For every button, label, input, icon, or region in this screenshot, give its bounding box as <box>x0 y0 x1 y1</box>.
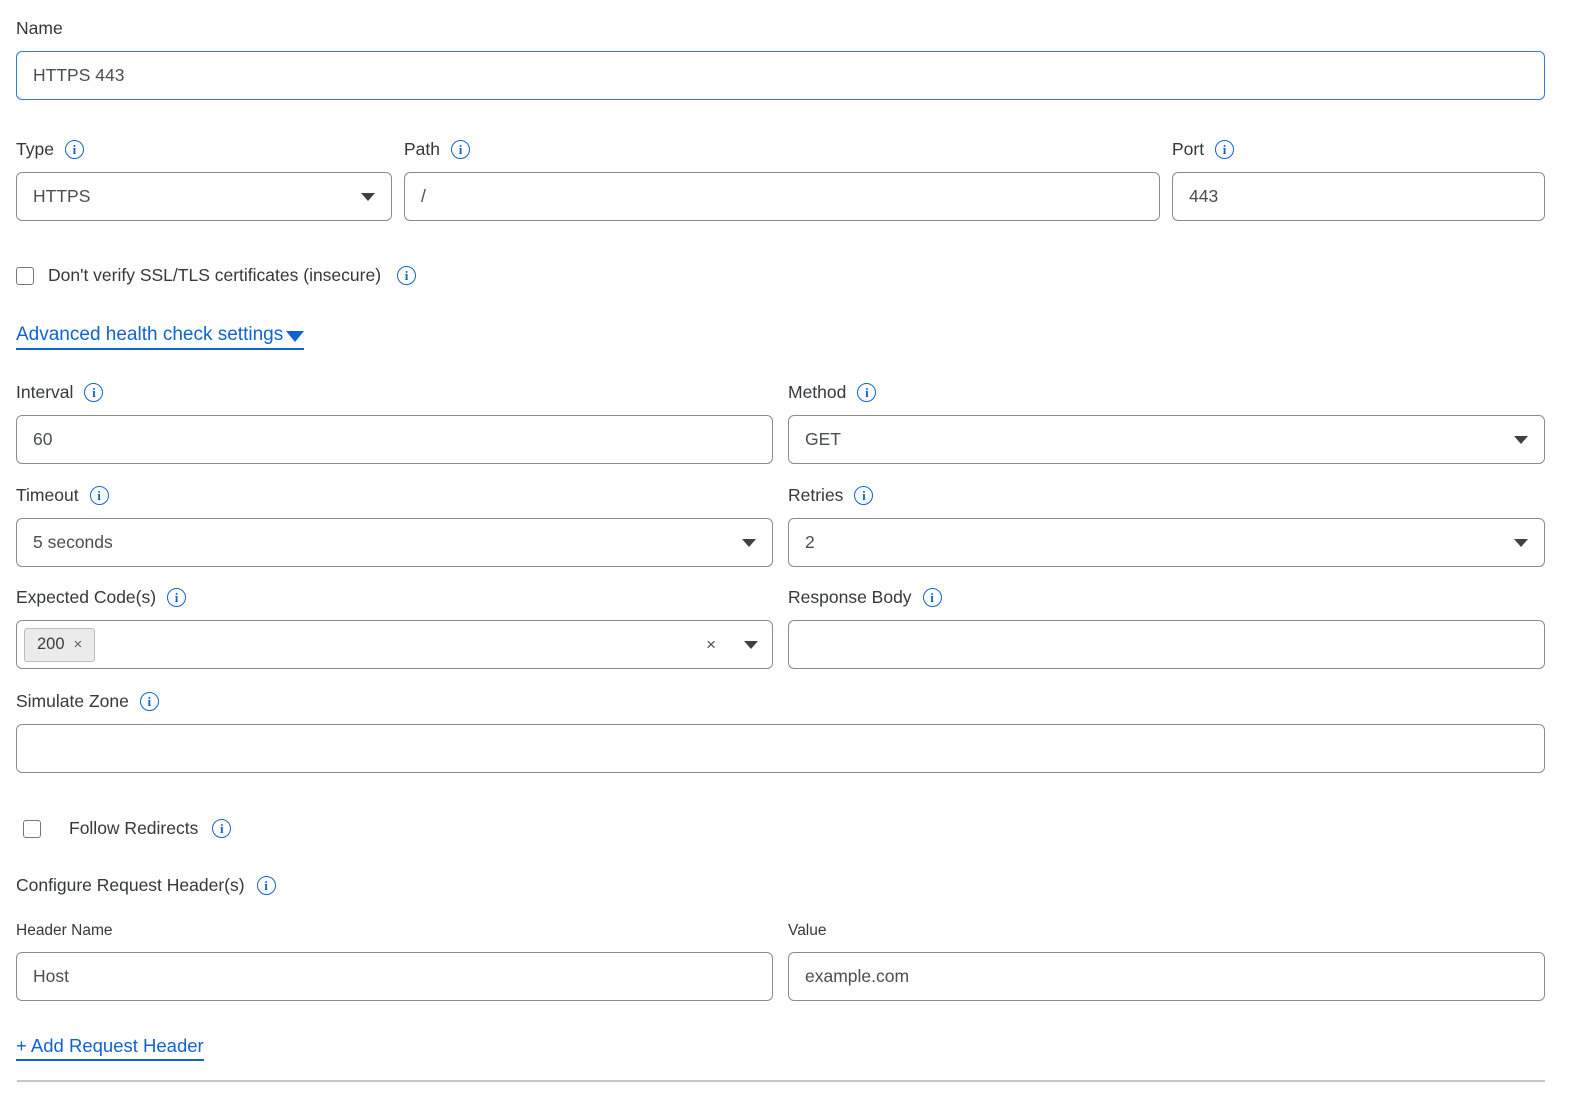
header-name-label: Header Name <box>16 922 113 940</box>
follow-redirects-info-icon[interactable]: i <box>212 819 231 838</box>
chevron-down-icon <box>361 193 375 201</box>
expected-codes-column: Expected Code(s) i 200 × × <box>16 587 773 669</box>
method-select[interactable]: GET <box>788 415 1545 464</box>
retries-column: Retries i 2 <box>788 485 1545 567</box>
simulate-zone-input[interactable] <box>16 724 1545 773</box>
advanced-settings-link[interactable]: Advanced health check settings <box>16 324 304 350</box>
response-body-input[interactable] <box>788 620 1545 669</box>
response-body-label: Response Body <box>788 587 912 608</box>
header-name-column: Header Name <box>16 922 773 1001</box>
name-label: Name <box>16 18 63 39</box>
retries-info-icon[interactable]: i <box>854 486 873 505</box>
type-info-icon[interactable]: i <box>65 140 84 159</box>
interval-column: Interval i <box>16 382 773 464</box>
codes-body-row: Expected Code(s) i 200 × × Response Body… <box>16 587 1545 669</box>
timeout-column: Timeout i 5 seconds <box>16 485 773 567</box>
simulate-zone-label: Simulate Zone <box>16 691 129 712</box>
ssl-verify-checkbox[interactable] <box>16 267 34 285</box>
retries-select-value: 2 <box>805 532 815 553</box>
name-label-row: Name <box>16 18 1545 39</box>
method-select-value: GET <box>805 429 841 450</box>
name-input[interactable] <box>16 51 1545 100</box>
retries-label: Retries <box>788 485 843 506</box>
port-input[interactable] <box>1172 172 1545 221</box>
interval-input[interactable] <box>16 415 773 464</box>
expected-codes-label: Expected Code(s) <box>16 587 156 608</box>
timeout-select-value: 5 seconds <box>33 532 113 553</box>
timeout-retries-row: Timeout i 5 seconds Retries i 2 <box>16 485 1545 567</box>
follow-redirects-label: Follow Redirects <box>69 818 198 839</box>
expected-codes-multiselect[interactable]: 200 × × <box>16 620 773 669</box>
expected-code-chip-label: 200 <box>37 635 65 654</box>
request-headers-heading: Configure Request Header(s) <box>16 875 245 896</box>
interval-label: Interval <box>16 382 73 403</box>
type-select-value: HTTPS <box>33 186 90 207</box>
chevron-down-icon <box>742 539 756 547</box>
ssl-verify-info-icon[interactable]: i <box>397 266 416 285</box>
port-label: Port <box>1172 139 1204 160</box>
interval-method-row: Interval i Method i GET <box>16 382 1545 464</box>
timeout-info-icon[interactable]: i <box>90 486 109 505</box>
add-request-header-label: + Add Request Header <box>16 1035 204 1057</box>
chevron-down-icon <box>1514 436 1528 444</box>
simulate-zone-section: Simulate Zone i <box>16 691 1545 773</box>
health-check-form: Name Type i HTTPS Path i Port i <box>0 0 1570 1082</box>
ssl-verify-label: Don't verify SSL/TLS certificates (insec… <box>48 265 381 286</box>
triangle-down-icon <box>286 331 304 342</box>
timeout-select[interactable]: 5 seconds <box>16 518 773 567</box>
type-column: Type i HTTPS <box>16 139 392 221</box>
type-path-port-row: Type i HTTPS Path i Port i <box>16 139 1545 221</box>
request-headers-heading-row: Configure Request Header(s) i <box>16 875 1545 896</box>
port-column: Port i <box>1172 139 1545 221</box>
multiselect-clear-icon[interactable]: × <box>706 635 716 655</box>
response-body-column: Response Body i <box>788 587 1545 669</box>
port-info-icon[interactable]: i <box>1215 140 1234 159</box>
follow-redirects-row: Follow Redirects i <box>16 818 1545 839</box>
header-value-label: Value <box>788 922 827 940</box>
add-request-header-link[interactable]: + Add Request Header <box>16 1035 204 1061</box>
chevron-down-icon <box>1514 539 1528 547</box>
header-value-input[interactable] <box>788 952 1545 1001</box>
type-select[interactable]: HTTPS <box>16 172 392 221</box>
path-info-icon[interactable]: i <box>451 140 470 159</box>
method-label: Method <box>788 382 846 403</box>
advanced-settings-link-label: Advanced health check settings <box>16 324 283 346</box>
add-header-wrap: + Add Request Header <box>16 1035 1545 1061</box>
interval-info-icon[interactable]: i <box>84 383 103 402</box>
header-row: Header Name Value <box>16 922 1545 1001</box>
simulate-zone-info-icon[interactable]: i <box>140 692 159 711</box>
advanced-settings-wrap: Advanced health check settings <box>16 324 1545 350</box>
response-body-info-icon[interactable]: i <box>923 588 942 607</box>
expected-codes-info-icon[interactable]: i <box>167 588 186 607</box>
method-column: Method i GET <box>788 382 1545 464</box>
expected-code-chip: 200 × <box>24 628 95 662</box>
header-name-input[interactable] <box>16 952 773 1001</box>
retries-select[interactable]: 2 <box>788 518 1545 567</box>
section-divider <box>17 1080 1545 1082</box>
ssl-verify-row: Don't verify SSL/TLS certificates (insec… <box>16 265 1545 286</box>
timeout-label: Timeout <box>16 485 79 506</box>
header-value-column: Value <box>788 922 1545 1001</box>
chip-remove-icon[interactable]: × <box>74 636 83 653</box>
path-input[interactable] <box>404 172 1160 221</box>
request-headers-info-icon[interactable]: i <box>257 876 276 895</box>
chevron-down-icon <box>744 641 758 649</box>
method-info-icon[interactable]: i <box>857 383 876 402</box>
type-label: Type <box>16 139 54 160</box>
follow-redirects-checkbox[interactable] <box>23 820 41 838</box>
path-label: Path <box>404 139 440 160</box>
path-column: Path i <box>404 139 1160 221</box>
